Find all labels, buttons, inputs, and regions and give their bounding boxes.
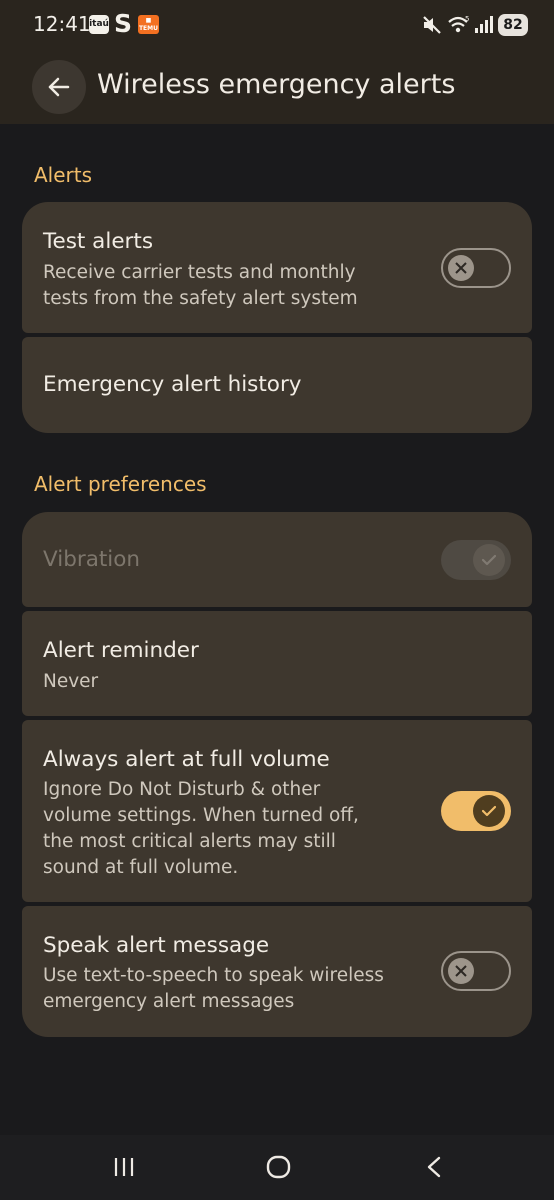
speak-alert-title: Speak alert message	[43, 933, 270, 958]
speak-alert-item[interactable]: Speak alert message Use text-to-speech t…	[22, 906, 532, 1037]
speak-alert-toggle[interactable]	[441, 951, 511, 991]
navigation-bar	[0, 1135, 554, 1200]
speak-alert-summary: Use text-to-speech to speak wireless eme…	[43, 965, 384, 1012]
close-icon	[455, 965, 467, 977]
test-alerts-item[interactable]: Test alerts Receive carrier tests and mo…	[22, 202, 532, 333]
back-icon[interactable]	[424, 1155, 444, 1179]
full-volume-toggle[interactable]	[441, 791, 511, 831]
alert-reminder-title: Alert reminder	[43, 638, 199, 663]
alert-reminder-value: Never	[43, 671, 99, 692]
section-header-alert-preferences: Alert preferences	[34, 472, 207, 496]
full-volume-item[interactable]: Always alert at full volume Ignore Do No…	[22, 720, 532, 902]
test-alerts-title: Test alerts	[43, 229, 154, 254]
vibration-item: Vibration	[22, 512, 532, 607]
close-icon	[455, 262, 467, 274]
temu-app-icon: ■ TEMU	[138, 15, 159, 34]
itau-app-icon: itaú	[89, 15, 109, 34]
status-bar: 12:41 itaú S ■ TEMU 5 82	[0, 0, 554, 52]
page-title: Wireless emergency alerts	[97, 69, 456, 100]
alert-reminder-item[interactable]: Alert reminder Never	[22, 611, 532, 716]
check-icon	[482, 805, 496, 817]
vibration-toggle	[441, 540, 511, 580]
status-time: 12:41	[33, 12, 91, 36]
test-alerts-summary: Receive carrier tests and monthly tests …	[43, 262, 358, 309]
emergency-alert-history-title: Emergency alert history	[43, 372, 302, 397]
vibration-title: Vibration	[43, 547, 141, 572]
arrow-left-icon	[48, 77, 70, 97]
recents-icon[interactable]	[112, 1155, 136, 1179]
signal-icon	[475, 16, 493, 33]
s-app-icon: S	[114, 9, 133, 38]
test-alerts-toggle[interactable]	[441, 248, 511, 288]
mute-icon	[423, 16, 441, 34]
full-volume-summary: Ignore Do Not Disturb & other volume set…	[43, 779, 359, 878]
battery-level: 82	[498, 14, 528, 36]
check-icon	[482, 554, 496, 566]
app-bar: Wireless emergency alerts	[0, 52, 554, 124]
emergency-alert-history-item[interactable]: Emergency alert history	[22, 337, 532, 433]
wifi-icon: 5	[448, 15, 469, 33]
svg-text:5: 5	[465, 15, 469, 23]
section-header-alerts: Alerts	[34, 163, 93, 187]
back-button[interactable]	[32, 60, 86, 114]
home-icon[interactable]	[266, 1155, 292, 1179]
full-volume-title: Always alert at full volume	[43, 747, 330, 772]
